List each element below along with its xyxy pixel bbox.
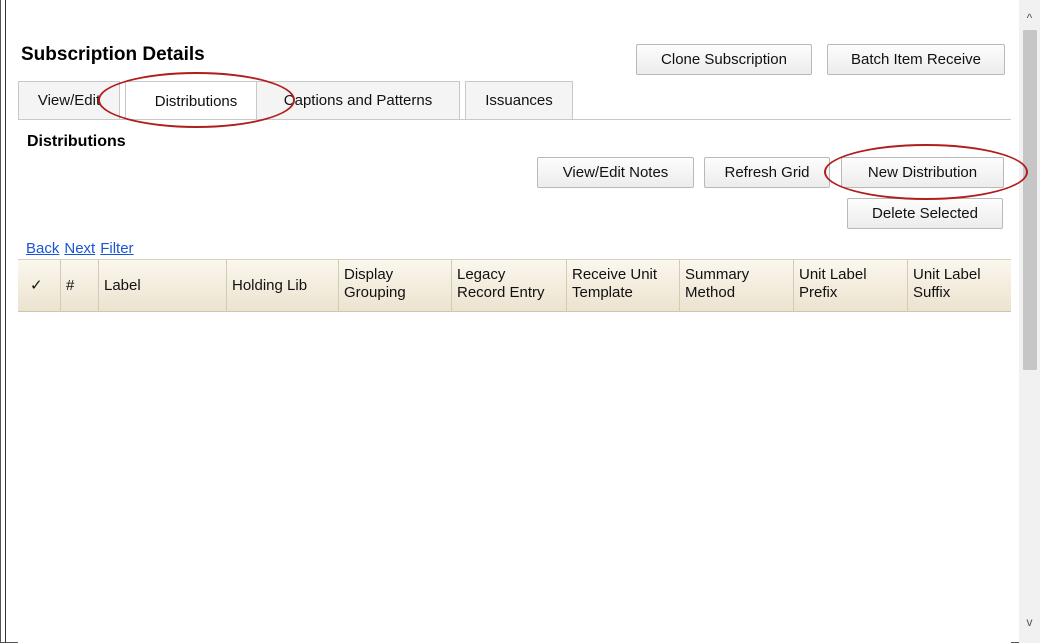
column-header-line: Suffix [913,284,951,301]
column-header-line: Method [685,284,736,301]
vertical-scrollbar[interactable]: ^ v [1019,0,1040,643]
next-link[interactable]: Next [64,240,95,257]
scroll-thumb[interactable] [1023,30,1037,370]
pager-links: Back Next Filter [26,240,139,257]
clone-subscription-button[interactable]: Clone Subscription [636,44,812,75]
column-header-line: Grouping [344,284,406,301]
column-header-line: Receive Unit [572,266,658,283]
tab-issuances[interactable]: Issuances [465,81,573,119]
tab-divider [18,119,1011,120]
tab-view-edit[interactable]: View/Edit [18,81,120,119]
column-receive-unit-header[interactable]: Receive Unit Template [566,260,679,313]
column-header-line: Template [572,284,633,301]
column-select-header[interactable]: ✓ [18,260,60,313]
column-summary-method-header[interactable]: Summary Method [679,260,793,313]
refresh-grid-button[interactable]: Refresh Grid [704,157,830,188]
column-holding-lib-header[interactable]: Holding Lib [226,260,338,313]
grid-header: ✓ # Label Holding Lib Display Grouping L… [18,259,1011,313]
column-display-grouping-header[interactable]: Display Grouping [338,260,451,313]
column-header-line: Record Entry [457,284,545,301]
column-header-line: Unit Label [799,266,867,283]
column-legacy-record-header[interactable]: Legacy Record Entry [451,260,566,313]
column-header-line: Legacy [457,266,506,283]
view-edit-notes-button[interactable]: View/Edit Notes [537,157,694,188]
scroll-down-icon[interactable]: v [1019,612,1040,632]
grid-body [18,312,1011,643]
batch-item-receive-button[interactable]: Batch Item Receive [827,44,1005,75]
new-distribution-button[interactable]: New Distribution [841,157,1004,188]
section-title: Distributions [27,133,126,150]
column-number-header[interactable]: # [60,260,98,313]
tab-distributions[interactable]: Distributions [125,81,267,120]
tab-captions-and-patterns[interactable]: Captions and Patterns [256,81,460,119]
column-header-line: Prefix [799,284,838,301]
back-link[interactable]: Back [26,240,59,257]
column-label-header[interactable]: Label [98,260,226,313]
scroll-up-icon[interactable]: ^ [1019,8,1040,28]
page-title: Subscription Details [21,44,205,65]
delete-selected-button[interactable]: Delete Selected [847,198,1003,229]
column-unit-label-suffix-header[interactable]: Unit Label Suffix [907,260,1011,313]
left-border [5,0,6,643]
column-header-line: Display [344,266,394,283]
filter-link[interactable]: Filter [100,240,133,257]
column-unit-label-prefix-header[interactable]: Unit Label Prefix [793,260,907,313]
column-header-line: Summary [685,266,750,283]
column-header-line: Unit Label [913,266,981,283]
